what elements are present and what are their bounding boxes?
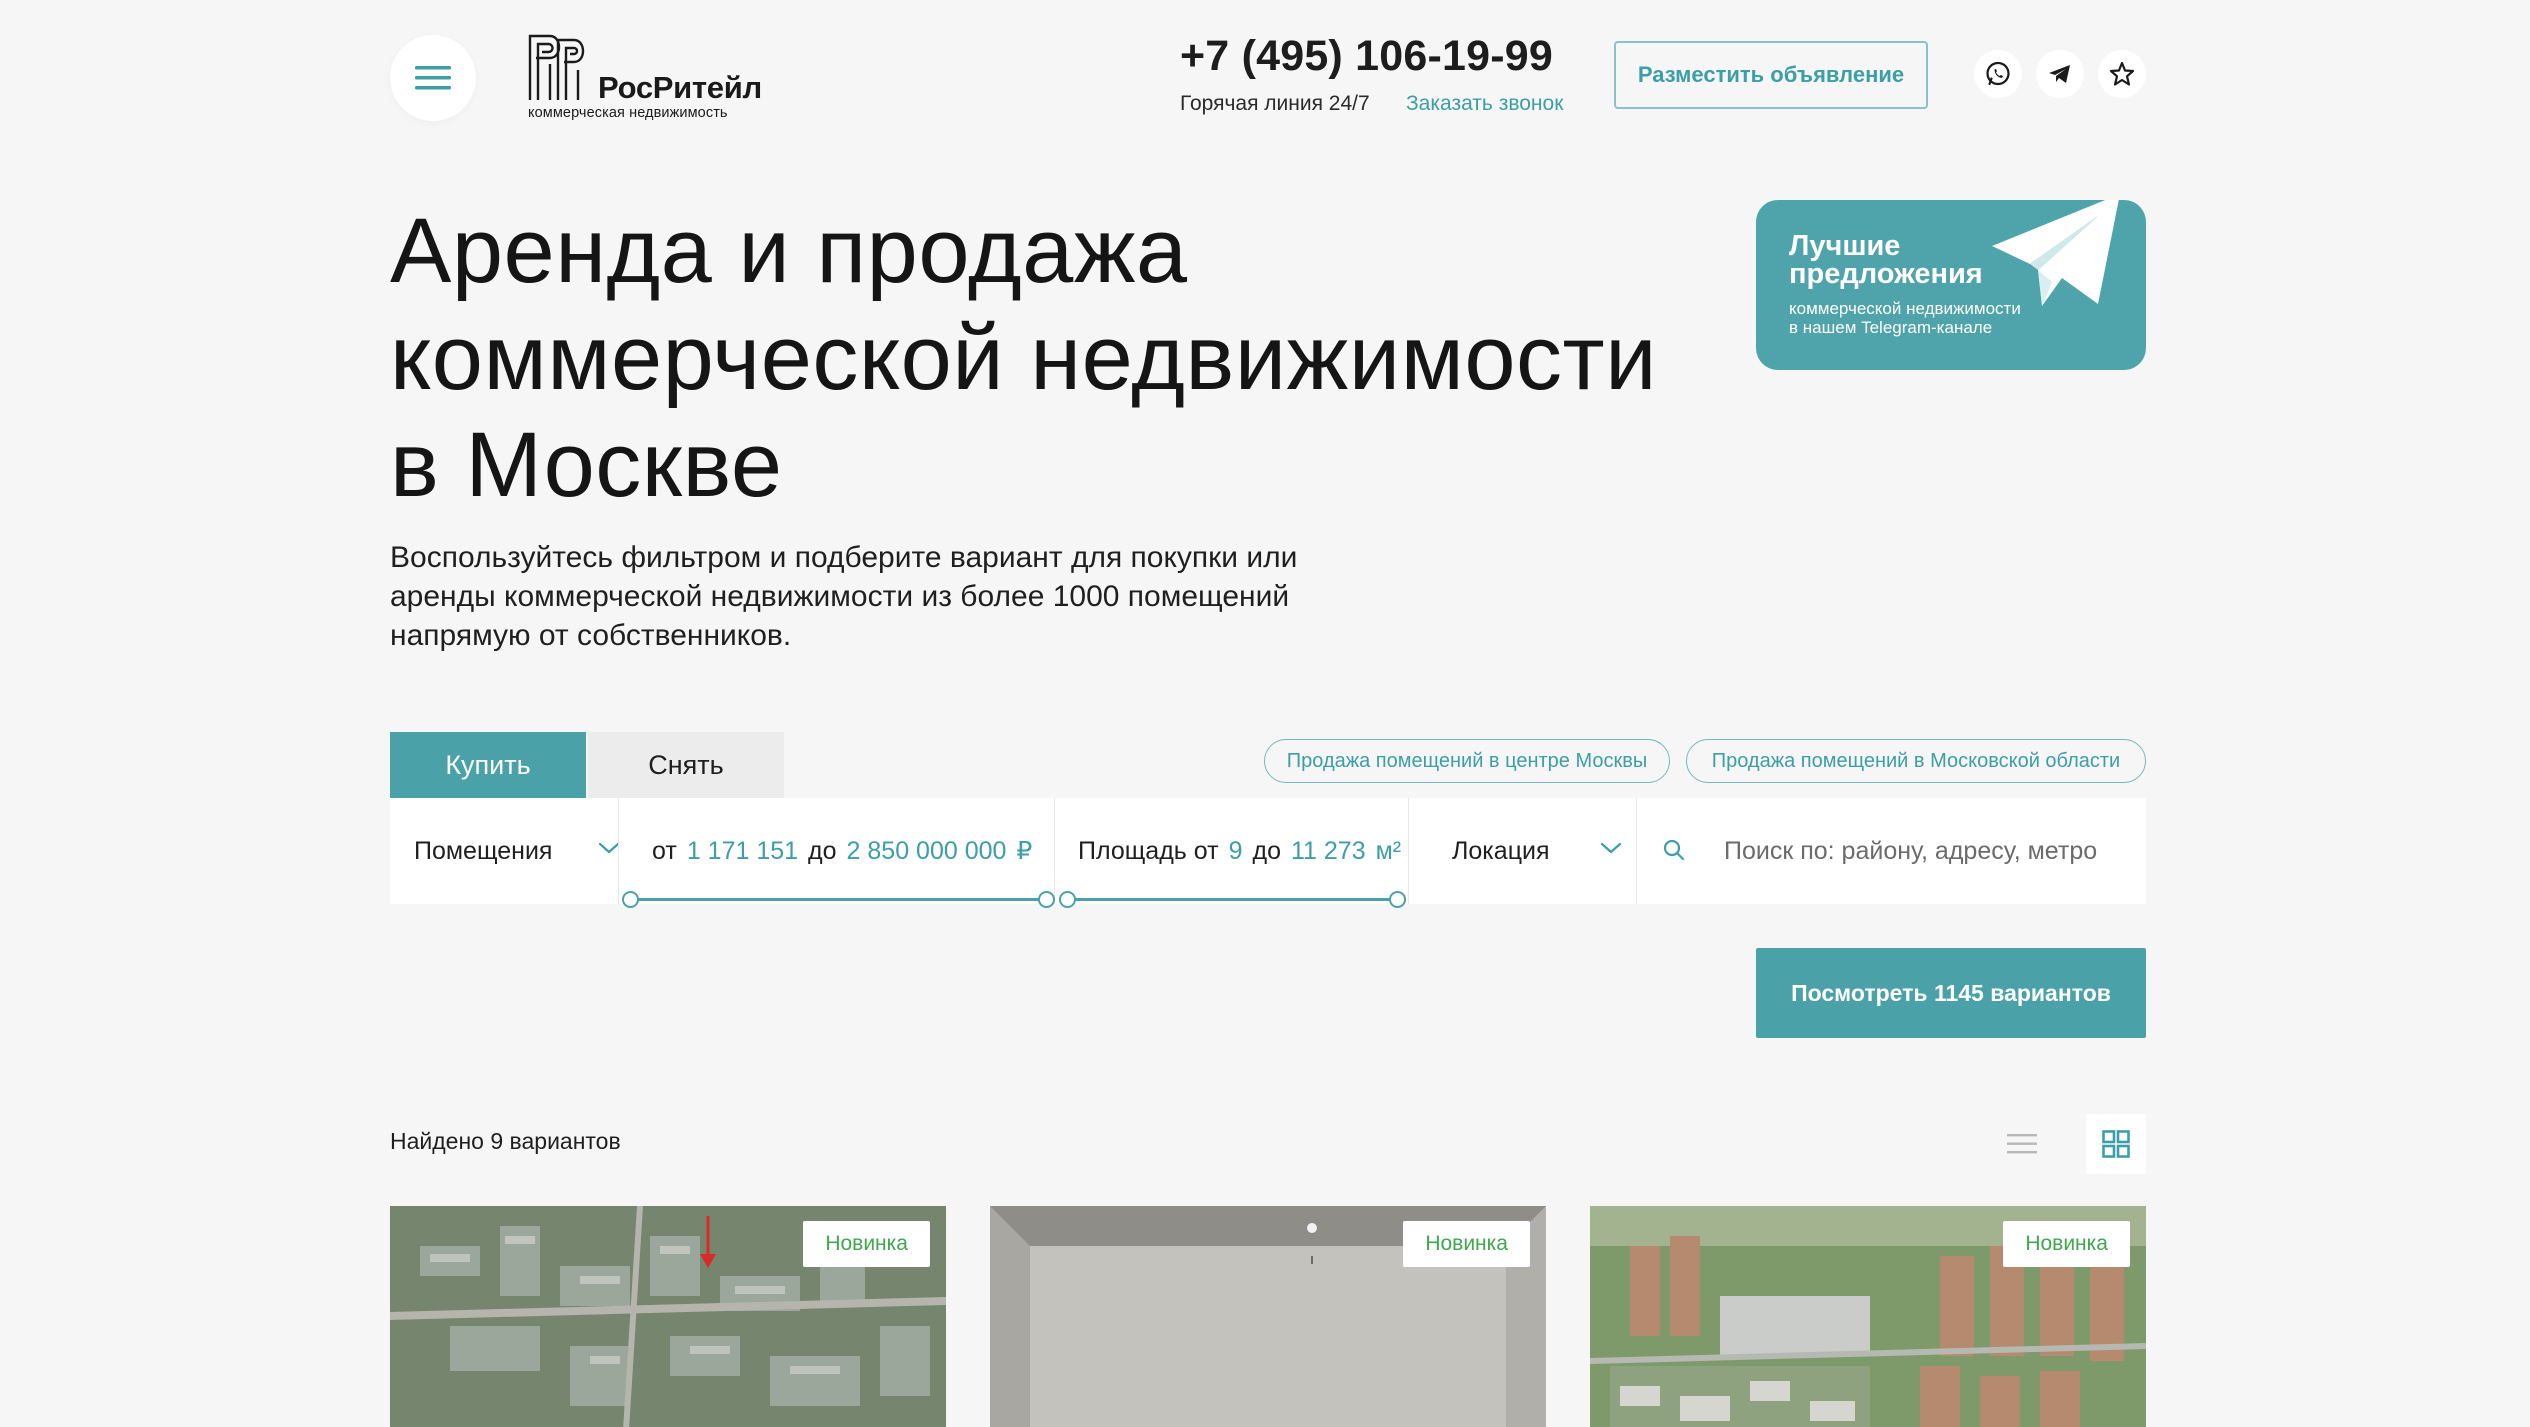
callback-link[interactable]: Заказать звонок bbox=[1406, 92, 1563, 116]
tab-rent[interactable]: Снять bbox=[588, 732, 784, 798]
new-badge: Новинка bbox=[803, 1221, 930, 1267]
telegram-banner-subtitle-line2: в нашем Telegram-канале bbox=[1789, 318, 1993, 337]
page-title-line3: в Москве bbox=[390, 414, 783, 516]
logo-title: РосРитейл bbox=[598, 70, 762, 105]
page-description-line1: Воспользуйтесь фильтром и подберите вари… bbox=[390, 541, 1298, 574]
paper-plane-icon bbox=[1992, 200, 2119, 306]
price-slider-min-handle[interactable] bbox=[622, 891, 639, 908]
chevron-down-icon bbox=[1600, 842, 1622, 854]
telegram-icon bbox=[2049, 65, 2070, 83]
quick-link-moscow-region[interactable]: Продажа помещений в Московской области bbox=[1686, 739, 2146, 783]
grid-view-toggle[interactable] bbox=[2086, 1114, 2146, 1174]
property-card[interactable]: Новинка bbox=[390, 1206, 946, 1427]
area-slider-min-handle[interactable] bbox=[1059, 891, 1076, 908]
area-from-label: Площадь от bbox=[1078, 836, 1219, 865]
logo[interactable]: РосРитейл коммерческая недвижимость bbox=[528, 34, 763, 121]
logo-subtitle: коммерческая недвижимость bbox=[528, 105, 728, 121]
telegram-banner-title-line2: предложения bbox=[1789, 258, 1983, 290]
price-to-label: до bbox=[808, 836, 837, 865]
menu-button[interactable] bbox=[390, 35, 476, 121]
new-badge: Новинка bbox=[1403, 1221, 1530, 1267]
area-to-label: до bbox=[1252, 836, 1281, 865]
list-view-icon bbox=[2007, 1134, 2037, 1154]
price-unit: ₽ bbox=[1016, 837, 1033, 865]
page-title-line1: Аренда и продажа bbox=[390, 200, 1188, 302]
filter-divider bbox=[1408, 798, 1409, 904]
view-results-button[interactable]: Посмотреть 1145 вариантов bbox=[1756, 948, 2146, 1038]
whatsapp-icon bbox=[1986, 61, 2010, 86]
list-view-toggle[interactable] bbox=[1992, 1114, 2052, 1174]
price-slider-max-handle[interactable] bbox=[1038, 891, 1055, 908]
tab-buy[interactable]: Купить bbox=[390, 732, 586, 798]
telegram-banner-title-line1: Лучшие bbox=[1789, 230, 1901, 262]
post-ad-button[interactable]: Разместить объявление bbox=[1614, 41, 1928, 109]
results-count: Найдено 9 вариантов bbox=[390, 1128, 621, 1154]
area-slider-max-handle[interactable] bbox=[1389, 891, 1406, 908]
star-icon bbox=[2109, 61, 2135, 86]
grid-view-icon bbox=[2102, 1130, 2130, 1158]
price-range-filter[interactable]: от 1 171 151 до 2 850 000 000 ₽ bbox=[652, 798, 1042, 904]
logo-mark-icon bbox=[528, 34, 585, 100]
area-range-filter[interactable]: Площадь от 9 до 11 273 м² bbox=[1078, 798, 1408, 904]
page-description-line3: напрямую от собственников. bbox=[390, 619, 792, 652]
page-description: Воспользуйтесь фильтром и подберите вари… bbox=[390, 538, 1390, 655]
filter-divider bbox=[618, 798, 619, 904]
search-icon bbox=[1663, 839, 1685, 861]
location-select[interactable]: Локация bbox=[1452, 798, 1622, 904]
property-type-label: Помещения bbox=[414, 836, 553, 865]
search-input[interactable] bbox=[1722, 822, 2136, 880]
telegram-button[interactable] bbox=[2036, 50, 2084, 98]
new-badge: Новинка bbox=[2003, 1221, 2130, 1267]
page-description-line2: аренды коммерческой недвижимости из боле… bbox=[390, 580, 1290, 613]
page: РосРитейл коммерческая недвижимость +7 (… bbox=[0, 0, 2530, 1427]
hotline-label: Горячая линия 24/7 bbox=[1180, 92, 1370, 115]
price-slider-track[interactable] bbox=[630, 898, 1046, 901]
price-to-value: 2 850 000 000 bbox=[846, 836, 1007, 865]
area-slider-track[interactable] bbox=[1067, 898, 1397, 901]
area-to-value: 11 273 bbox=[1290, 836, 1366, 865]
property-type-select[interactable]: Помещения bbox=[414, 798, 620, 904]
header: РосРитейл коммерческая недвижимость +7 (… bbox=[390, 32, 2146, 152]
location-label: Локация bbox=[1452, 836, 1550, 865]
quick-link-moscow-center[interactable]: Продажа помещений в центре Москвы bbox=[1264, 739, 1670, 783]
chevron-down-icon bbox=[598, 842, 620, 854]
filter-bar: Помещения от 1 171 151 до 2 850 000 000 … bbox=[390, 798, 2146, 904]
property-card[interactable]: Новинка bbox=[990, 1206, 1546, 1427]
whatsapp-button[interactable] bbox=[1974, 50, 2022, 98]
hamburger-icon bbox=[415, 66, 451, 90]
favorites-button[interactable] bbox=[2098, 50, 2146, 98]
area-from-value: 9 bbox=[1228, 836, 1243, 865]
area-unit: м² bbox=[1375, 836, 1402, 865]
property-card[interactable]: Новинка bbox=[1590, 1206, 2146, 1427]
page-title: Аренда и продажа коммерческой недвижимос… bbox=[390, 198, 1730, 519]
price-from-value: 1 171 151 bbox=[686, 836, 799, 865]
filter-divider bbox=[1054, 798, 1055, 904]
phone-number[interactable]: +7 (495) 106-19-99 bbox=[1180, 32, 1553, 81]
price-from-label: от bbox=[652, 836, 677, 865]
page-title-line2: коммерческой недвижимости bbox=[390, 307, 1658, 409]
telegram-banner[interactable]: Лучшие предложения коммерческой недвижим… bbox=[1756, 200, 2146, 370]
filter-divider bbox=[1636, 798, 1637, 904]
